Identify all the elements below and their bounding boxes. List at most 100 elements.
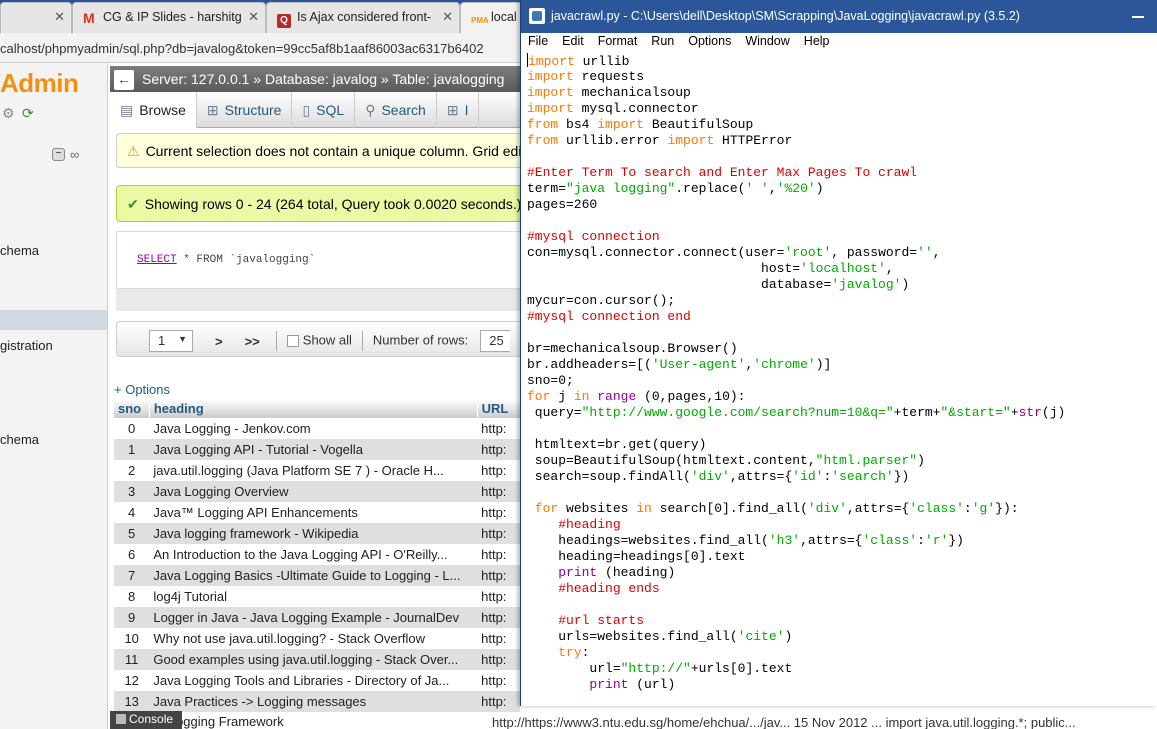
code-line: heading=headings[0].text (527, 549, 746, 564)
server-breadcrumb: ← Server: 127.0.0.1 » Database: javalog »… (110, 66, 520, 92)
table-row[interactable]: 8 log4j Tutorial http: (114, 586, 520, 607)
code-line: url="http://"+urls[0].text (527, 661, 793, 676)
structure-icon: ⊞ (206, 102, 219, 118)
table-row[interactable]: 7 Java Logging Basics -Ultimate Guide to … (114, 565, 520, 586)
nav-db-item[interactable]: gistration (0, 338, 53, 353)
table-row[interactable]: 11 Good examples using java.util.logging … (114, 649, 520, 670)
menu-file[interactable]: File (521, 34, 555, 48)
sql-query-box: SELECT * FROM `javalogging` (116, 231, 520, 311)
nav-db-item[interactable]: chema (0, 243, 39, 258)
cell-url: http: (477, 523, 520, 544)
table-header-row: sno heading URL (114, 399, 520, 418)
menu-run[interactable]: Run (644, 34, 681, 48)
cell-url: http: (477, 544, 520, 565)
table-row[interactable]: 9 Logger in Java - Java Logging Example -… (114, 607, 520, 628)
idle-editor-window: javacrawl.py - C:\Users\dell\Desktop\SM\… (520, 0, 1157, 706)
divider (275, 331, 277, 351)
nav-db-item[interactable]: chema (0, 432, 39, 447)
code-line: database='javalog') (527, 277, 910, 292)
show-all-label: Show all (302, 332, 352, 348)
table-row[interactable]: 4 Java™ Logging API Enhancements http: (114, 502, 520, 523)
cell-heading: Logger in Java - Java Logging Example - … (149, 607, 478, 628)
search-icon: ⚲ (365, 102, 376, 118)
cell-sno: 9 (114, 607, 150, 628)
tab-browse[interactable]: ▤ Browse (110, 92, 197, 128)
python-icon (529, 8, 545, 24)
tab-insert[interactable]: ⊞ I (437, 92, 480, 128)
browser-tab-quora[interactable]: Q Is Ajax considered front- ✕ (266, 2, 460, 33)
tab-structure[interactable]: ⊞ Structure (197, 92, 293, 128)
next-page-button[interactable]: > (215, 334, 223, 349)
menu-options[interactable]: Options (681, 34, 738, 48)
close-tab-icon[interactable]: ✕ (248, 9, 259, 25)
menu-edit[interactable]: Edit (555, 34, 591, 48)
cell-sno: 13 (114, 691, 150, 712)
reload-icon[interactable]: ⟳ (22, 105, 34, 122)
notice-message: ⚠ Current selection does not contain a un… (116, 133, 520, 168)
pma-navigation-panel: Admin ⚙ ⟳ − ∞ chema gistration chema (0, 63, 108, 729)
code-line: import mechanicalsoup (527, 85, 691, 100)
table-row[interactable]: 2 java.util.logging (Java Platform SE 7 )… (114, 460, 520, 481)
cell-heading: Java logging framework - Wikipedia (149, 523, 478, 544)
cell-url: http: (477, 565, 520, 586)
back-arrow-icon[interactable]: ← (114, 70, 134, 90)
sql-query-text[interactable]: SELECT * FROM `javalogging` (116, 231, 520, 289)
code-line: host='localhost', (527, 261, 894, 276)
success-message: ✔ Showing rows 0 - 24 (264 total, Query t… (116, 185, 520, 222)
table-tabs: ▤ Browse ⊞ Structure ▯ SQL ⚲ Search ⊞ I (110, 92, 520, 128)
cell-sno: 0 (114, 418, 150, 439)
code-line: br.addheaders=[('User-agent','chrome')] (527, 357, 832, 372)
chevron-down-icon: ▼ (178, 334, 187, 344)
code-line: #Enter Term To search and Enter Max Page… (527, 165, 918, 180)
table-row[interactable]: 13 Java Practices -> Logging messages http… (114, 691, 520, 712)
table-row[interactable]: 12 Java Logging Tools and Libraries - Dir… (114, 670, 520, 691)
url-text: calhost/phpmyadmin/sql.php?db=javalog&to… (0, 41, 484, 56)
column-header-url[interactable]: URL (477, 399, 520, 418)
minimize-icon[interactable] (1132, 16, 1144, 18)
rows-select[interactable]: 25 (480, 330, 511, 352)
page-select[interactable]: 1 ▼ (149, 330, 193, 352)
table-row[interactable]: 10 Why not use java.util.logging? - Stack… (114, 628, 520, 649)
tab-search[interactable]: ⚲ Search (355, 92, 437, 128)
close-tab-icon[interactable]: ✕ (54, 9, 65, 25)
menu-format[interactable]: Format (591, 34, 645, 48)
column-header-heading[interactable]: heading (149, 399, 478, 418)
tab-sql[interactable]: ▯ SQL (292, 92, 356, 128)
options-link[interactable]: + Options (114, 382, 170, 397)
code-line: for j in range (0,pages,10): (527, 389, 746, 404)
close-tab-icon[interactable]: ✕ (442, 9, 453, 25)
table-row[interactable]: 5 Java logging framework - Wikipedia http: (114, 523, 520, 544)
code-line: term="java logging".replace(' ','%20') (527, 181, 824, 196)
settings-icon[interactable]: ⚙ (2, 105, 15, 122)
partial-table-row: http://https://www3.ntu.edu.sg/home/ehch… (492, 715, 1076, 729)
code-line: from urllib.error import HTTPError (527, 133, 793, 148)
code-line: print (url) (589, 677, 676, 692)
cell-heading: Java Practices -> Logging messages (149, 691, 478, 712)
cell-heading: Java Logging API - Tutorial - Vogella (149, 439, 478, 460)
table-row[interactable]: 0 Java Logging - Jenkov.com http: (114, 418, 520, 439)
address-bar[interactable]: calhost/phpmyadmin/sql.php?db=javalog&to… (0, 33, 520, 63)
code-line: soup=BeautifulSoup(htmltext.content,"htm… (527, 453, 925, 468)
insert-icon: ⊞ (446, 102, 459, 118)
pma-logo[interactable]: Admin (0, 68, 79, 99)
cell-heading: Java Logging Tools and Libraries - Direc… (149, 670, 478, 691)
show-all-checkbox[interactable] (286, 335, 299, 347)
last-page-button[interactable]: >> (245, 334, 260, 349)
idle-title-bar[interactable]: javacrawl.py - C:\Users\dell\Desktop\SM\… (521, 0, 1157, 33)
table-row[interactable]: 6 An Introduction to the Java Logging API… (114, 544, 520, 565)
menu-window[interactable]: Window (738, 34, 796, 48)
table-row[interactable]: 3 Java Logging Overview http: (114, 481, 520, 502)
collapse-all-icon[interactable]: − (52, 148, 65, 161)
code-line: htmltext=br.get(query) (527, 437, 707, 452)
table-row[interactable]: 1 Java Logging API - Tutorial - Vogella ht… (114, 439, 520, 460)
browser-tab[interactable]: ✕ (0, 2, 72, 33)
column-header-sno[interactable]: sno (114, 399, 150, 418)
browser-tab-gmail[interactable]: M CG & IP Slides - harshitg ✕ (72, 2, 266, 33)
code-editor[interactable]: import urllib import requests import mec… (521, 53, 1157, 706)
nav-db-selected[interactable] (0, 310, 107, 330)
link-icon[interactable]: ∞ (70, 147, 79, 162)
cell-url: http: (477, 586, 520, 607)
menu-help[interactable]: Help (797, 34, 837, 48)
